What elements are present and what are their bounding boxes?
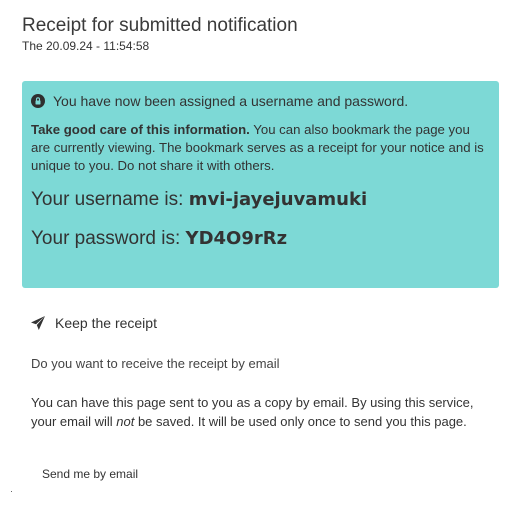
password-value: YD4O9rRz xyxy=(185,228,288,249)
page-header: Receipt for submitted notification The 2… xyxy=(22,14,298,53)
paper-plane-icon xyxy=(30,315,46,331)
notice-emphasis: Take good care of this information. xyxy=(31,122,250,137)
username-value: mvi-jayejuvamuki xyxy=(188,189,368,210)
username-line: Your username is: mvi-jayejuvamuki xyxy=(31,188,490,212)
password-label: Your password is: xyxy=(31,228,186,249)
password-line: Your password is: YD4O9rRz xyxy=(31,227,490,251)
email-explanation: You can have this page sent to you as a … xyxy=(31,393,501,431)
page-title: Receipt for submitted notification xyxy=(22,15,298,36)
notice-body: Take good care of this information. You … xyxy=(31,121,490,175)
username-label: Your username is: xyxy=(31,189,189,210)
receipt-heading: Keep the receipt xyxy=(55,315,157,331)
notice-headline-row: You have now been assigned a username an… xyxy=(31,93,490,109)
submission-timestamp: The 20.09.24 - 11:54:58 xyxy=(22,39,150,53)
stray-dot xyxy=(11,491,12,492)
lock-icon xyxy=(31,94,45,108)
explain-part2: be saved. It will be used only once to s… xyxy=(134,414,467,429)
explain-not: not xyxy=(116,414,135,429)
email-question: Do you want to receive the receipt by em… xyxy=(31,356,280,371)
send-by-email-button[interactable]: Send me by email xyxy=(42,467,138,481)
notice-headline: You have now been assigned a username an… xyxy=(53,93,409,109)
credentials-notice: You have now been assigned a username an… xyxy=(22,81,499,288)
receipt-heading-row: Keep the receipt xyxy=(30,315,157,331)
